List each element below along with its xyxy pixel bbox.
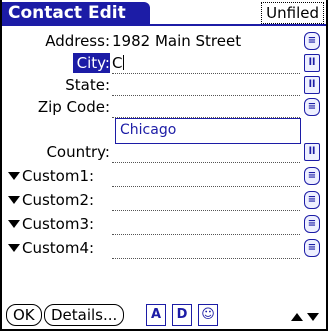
text-cursor	[123, 55, 125, 70]
details-button[interactable]: Details...	[44, 304, 125, 326]
city-row: City: C	[2, 53, 326, 75]
smiley-icon-button[interactable]: ☺	[198, 304, 218, 326]
custom1-field[interactable]	[112, 166, 300, 187]
address-label: Address:	[45, 32, 110, 50]
city-field[interactable]: C	[112, 53, 300, 74]
custom2-row: Custom2:	[2, 190, 326, 212]
custom3-label: Custom3:	[22, 215, 95, 233]
address-row: Address: 1982 Main Street	[2, 31, 326, 53]
custom4-row: Custom4:	[2, 238, 326, 260]
custom2-dropdown-icon[interactable]	[8, 196, 20, 204]
custom3-dropdown-icon[interactable]	[8, 220, 20, 228]
custom2-field[interactable]	[112, 190, 300, 211]
contact-edit-screen: Contact Edit Unfiled Address: 1982 Main …	[0, 0, 328, 331]
country-lookup-icon[interactable]: ll	[304, 143, 320, 161]
custom3-field[interactable]	[112, 214, 300, 235]
zip-label: Zip Code:	[37, 98, 110, 116]
ok-button[interactable]: OK	[6, 304, 42, 326]
custom1-row: Custom1:	[2, 166, 326, 188]
custom1-dropdown-icon[interactable]	[8, 172, 20, 180]
d-icon-button[interactable]: D	[172, 304, 192, 326]
a-icon-button[interactable]: A	[146, 304, 166, 326]
custom3-note-icon[interactable]: ≡	[304, 215, 320, 233]
state-label: State:	[65, 76, 110, 94]
address-field[interactable]: 1982 Main Street	[112, 31, 300, 51]
custom4-label: Custom4:	[22, 239, 95, 257]
address-note-icon[interactable]: ≡	[304, 32, 320, 50]
scroll-up-arrow-icon[interactable]	[291, 313, 303, 321]
custom4-dropdown-icon[interactable]	[8, 244, 20, 252]
country-field[interactable]	[112, 142, 300, 163]
title-underline	[2, 24, 326, 26]
custom1-note-icon[interactable]: ≡	[304, 167, 320, 185]
country-row: Country:	[2, 142, 326, 164]
custom2-label: Custom2:	[22, 191, 95, 209]
custom1-label: Custom1:	[22, 167, 95, 185]
zip-row: Zip Code:	[2, 97, 326, 119]
form-title: Contact Edit	[2, 2, 150, 24]
city-suggestion[interactable]: Chicago	[120, 122, 176, 138]
custom4-note-icon[interactable]: ≡	[304, 239, 320, 257]
state-field[interactable]	[112, 75, 300, 96]
country-label: Country:	[46, 143, 110, 161]
city-suggestion-popup[interactable]: Chicago	[115, 118, 301, 144]
state-lookup-icon[interactable]: ll	[304, 76, 320, 94]
city-label: City:	[72, 53, 110, 73]
zip-note-icon[interactable]: ≡	[304, 98, 320, 116]
scroll-down-arrow-icon[interactable]	[307, 313, 319, 321]
custom4-field[interactable]	[112, 238, 300, 259]
zip-field[interactable]	[112, 97, 300, 118]
custom3-row: Custom3:	[2, 214, 326, 236]
category-selector[interactable]: Unfiled	[261, 2, 324, 24]
city-lookup-icon[interactable]: ll	[304, 54, 320, 72]
title-bar: Contact Edit Unfiled	[2, 0, 326, 26]
state-row: State:	[2, 75, 326, 97]
custom2-note-icon[interactable]: ≡	[304, 191, 320, 209]
city-value: C	[112, 54, 123, 72]
